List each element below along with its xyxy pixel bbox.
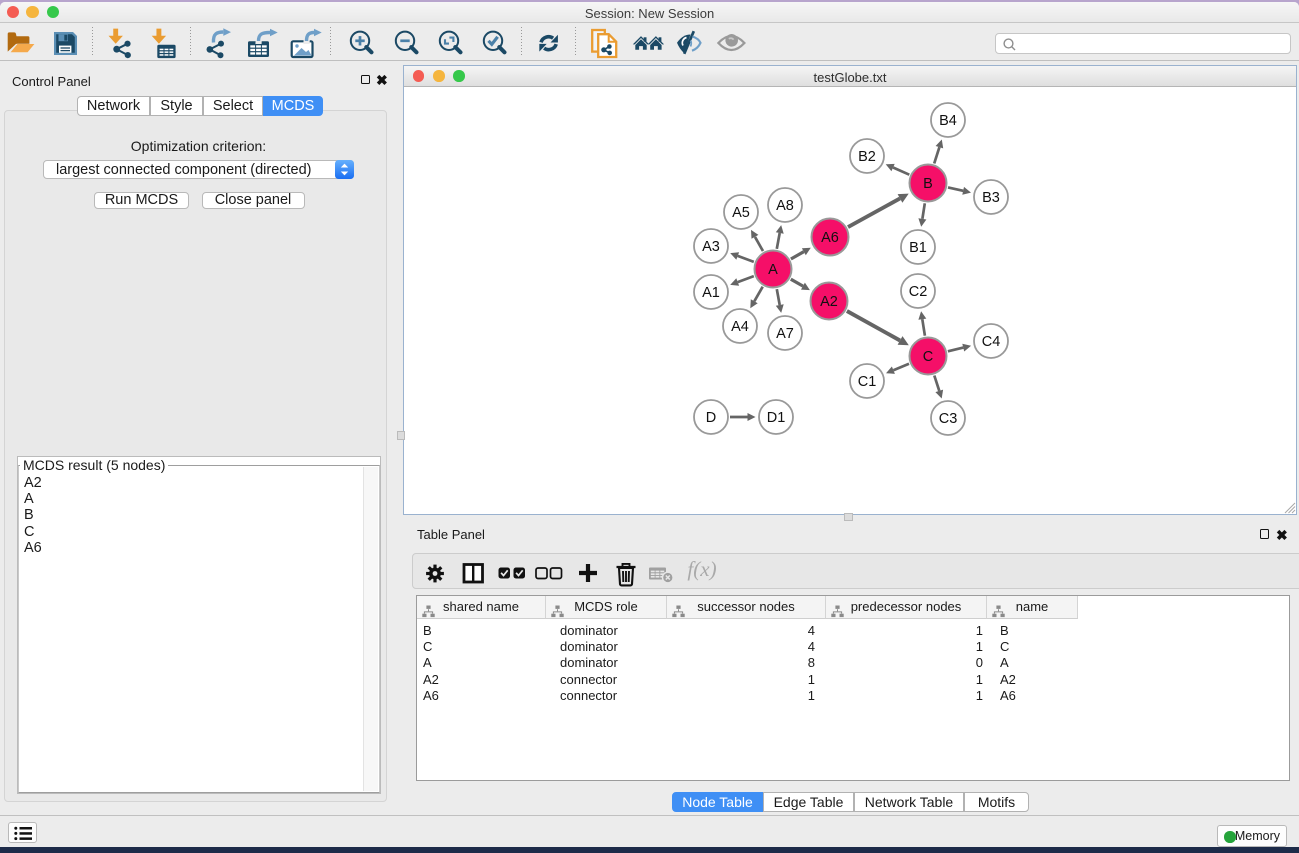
- svg-text:B: B: [923, 176, 933, 192]
- svg-text:D: D: [706, 410, 716, 426]
- svg-text:C4: C4: [982, 334, 1001, 350]
- svg-text:B1: B1: [909, 240, 927, 256]
- svg-text:A2: A2: [820, 294, 838, 310]
- svg-text:A5: A5: [732, 205, 750, 221]
- svg-text:A8: A8: [776, 198, 794, 214]
- svg-text:A7: A7: [776, 326, 794, 342]
- svg-text:A: A: [768, 262, 778, 278]
- svg-text:B2: B2: [858, 149, 876, 165]
- svg-text:A6: A6: [821, 230, 839, 246]
- svg-text:B3: B3: [982, 190, 1000, 206]
- svg-text:D1: D1: [767, 410, 786, 426]
- svg-text:A3: A3: [702, 239, 720, 255]
- svg-text:A1: A1: [702, 285, 720, 301]
- svg-text:C2: C2: [909, 284, 928, 300]
- svg-text:A4: A4: [731, 319, 749, 335]
- svg-text:C3: C3: [939, 411, 958, 427]
- svg-text:C: C: [923, 349, 933, 365]
- svg-text:C1: C1: [858, 374, 877, 390]
- svg-text:B4: B4: [939, 113, 957, 129]
